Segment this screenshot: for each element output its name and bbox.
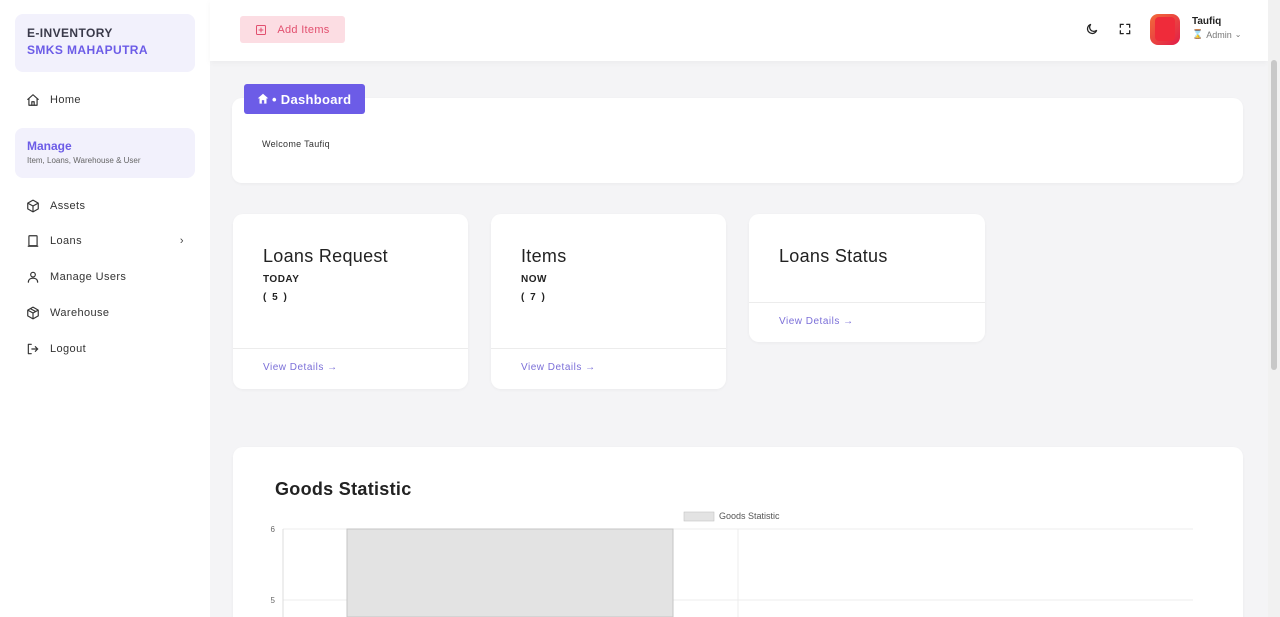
sidebar-item-label: Logout bbox=[50, 343, 87, 355]
scroll-thumb[interactable] bbox=[1271, 60, 1277, 370]
moon-icon[interactable] bbox=[1085, 22, 1099, 36]
sidebar-item-loans[interactable]: Loans › bbox=[26, 231, 186, 251]
card-divider bbox=[233, 348, 468, 349]
sidebar-item-warehouse[interactable]: Warehouse bbox=[26, 303, 186, 323]
breadcrumb: • Dashboard bbox=[244, 84, 365, 114]
fullscreen-icon[interactable] bbox=[1118, 22, 1132, 36]
card-count: ( 5 ) bbox=[263, 292, 289, 303]
user-name: Taufiq bbox=[1192, 16, 1222, 27]
card-title: Items bbox=[521, 246, 567, 266]
sidebar-item-label: Home bbox=[50, 94, 81, 106]
brand-line2: SMKS MAHAPUTRA bbox=[27, 43, 148, 57]
brand-logo[interactable]: E-INVENTORY SMKS MAHAPUTRA bbox=[15, 14, 195, 72]
card-divider bbox=[491, 348, 726, 349]
legend-swatch bbox=[683, 511, 715, 522]
goods-statistic-card: Goods Statistic Goods Statistic 6 5 bbox=[233, 447, 1243, 617]
avatar[interactable] bbox=[1150, 14, 1180, 45]
loans-status-card: Loans Status View Details → bbox=[749, 214, 985, 342]
home-icon bbox=[257, 93, 269, 104]
welcome-card bbox=[232, 98, 1243, 183]
view-details-link[interactable]: View Details → bbox=[521, 362, 596, 373]
manage-section: Manage Item, Loans, Warehouse & User bbox=[15, 128, 195, 178]
chart-bar bbox=[346, 528, 674, 617]
manage-title: Manage bbox=[27, 139, 72, 153]
sidebar-item-label: Manage Users bbox=[50, 271, 127, 283]
card-title: Loans Status bbox=[779, 246, 888, 266]
user-icon bbox=[27, 271, 39, 283]
card-count: ( 7 ) bbox=[521, 292, 547, 303]
card-divider bbox=[749, 302, 985, 303]
top-header: Add Items Taufiq ⌛ Admin ⌄ bbox=[210, 0, 1268, 61]
add-items-button[interactable]: Add Items bbox=[240, 16, 345, 43]
legend-label: Goods Statistic bbox=[719, 511, 780, 521]
home-icon bbox=[27, 94, 39, 106]
breadcrumb-label: • Dashboard bbox=[272, 91, 352, 107]
logout-icon bbox=[27, 343, 39, 355]
y-tick-label: 5 bbox=[271, 596, 276, 605]
card-title: Loans Request bbox=[263, 246, 388, 266]
sidebar-item-label: Assets bbox=[50, 200, 86, 212]
sidebar: E-INVENTORY SMKS MAHAPUTRA Home Manage I… bbox=[0, 0, 210, 617]
add-items-label: Add Items bbox=[277, 23, 330, 36]
card-subtitle: TODAY bbox=[263, 274, 300, 285]
sidebar-item-label: Loans bbox=[50, 235, 82, 247]
user-role-dropdown[interactable]: ⌛ Admin ⌄ bbox=[1192, 29, 1241, 40]
card-subtitle: NOW bbox=[521, 274, 547, 285]
hourglass-icon: ⌛ bbox=[1192, 29, 1204, 39]
y-tick-label: 6 bbox=[271, 525, 276, 534]
goods-chart: Goods Statistic 6 5 bbox=[271, 511, 1193, 617]
sidebar-item-assets[interactable]: Assets bbox=[26, 196, 186, 216]
tablet-icon bbox=[27, 235, 39, 247]
sidebar-item-label: Warehouse bbox=[50, 307, 110, 319]
sidebar-item-home[interactable]: Home bbox=[26, 90, 186, 110]
user-role-label: Admin bbox=[1206, 29, 1232, 40]
welcome-text: Welcome Taufiq bbox=[262, 139, 330, 149]
view-details-link[interactable]: View Details → bbox=[263, 362, 338, 373]
plus-square-icon bbox=[256, 24, 267, 35]
manage-subtitle: Item, Loans, Warehouse & User bbox=[27, 156, 141, 165]
items-card: Items NOW ( 7 ) View Details → bbox=[491, 214, 726, 389]
brand-line1: E-INVENTORY bbox=[27, 26, 113, 40]
box-icon bbox=[27, 306, 39, 320]
loans-request-card: Loans Request TODAY ( 5 ) View Details → bbox=[233, 214, 468, 389]
chevron-right-icon: › bbox=[179, 235, 184, 247]
view-details-link[interactable]: View Details → bbox=[779, 316, 854, 327]
cube-icon bbox=[27, 199, 39, 213]
scrollbar[interactable] bbox=[1268, 0, 1280, 617]
sidebar-item-manage-users[interactable]: Manage Users bbox=[26, 267, 186, 287]
chevron-down-icon: ⌄ bbox=[1234, 30, 1242, 39]
sidebar-item-logout[interactable]: Logout bbox=[26, 339, 186, 359]
